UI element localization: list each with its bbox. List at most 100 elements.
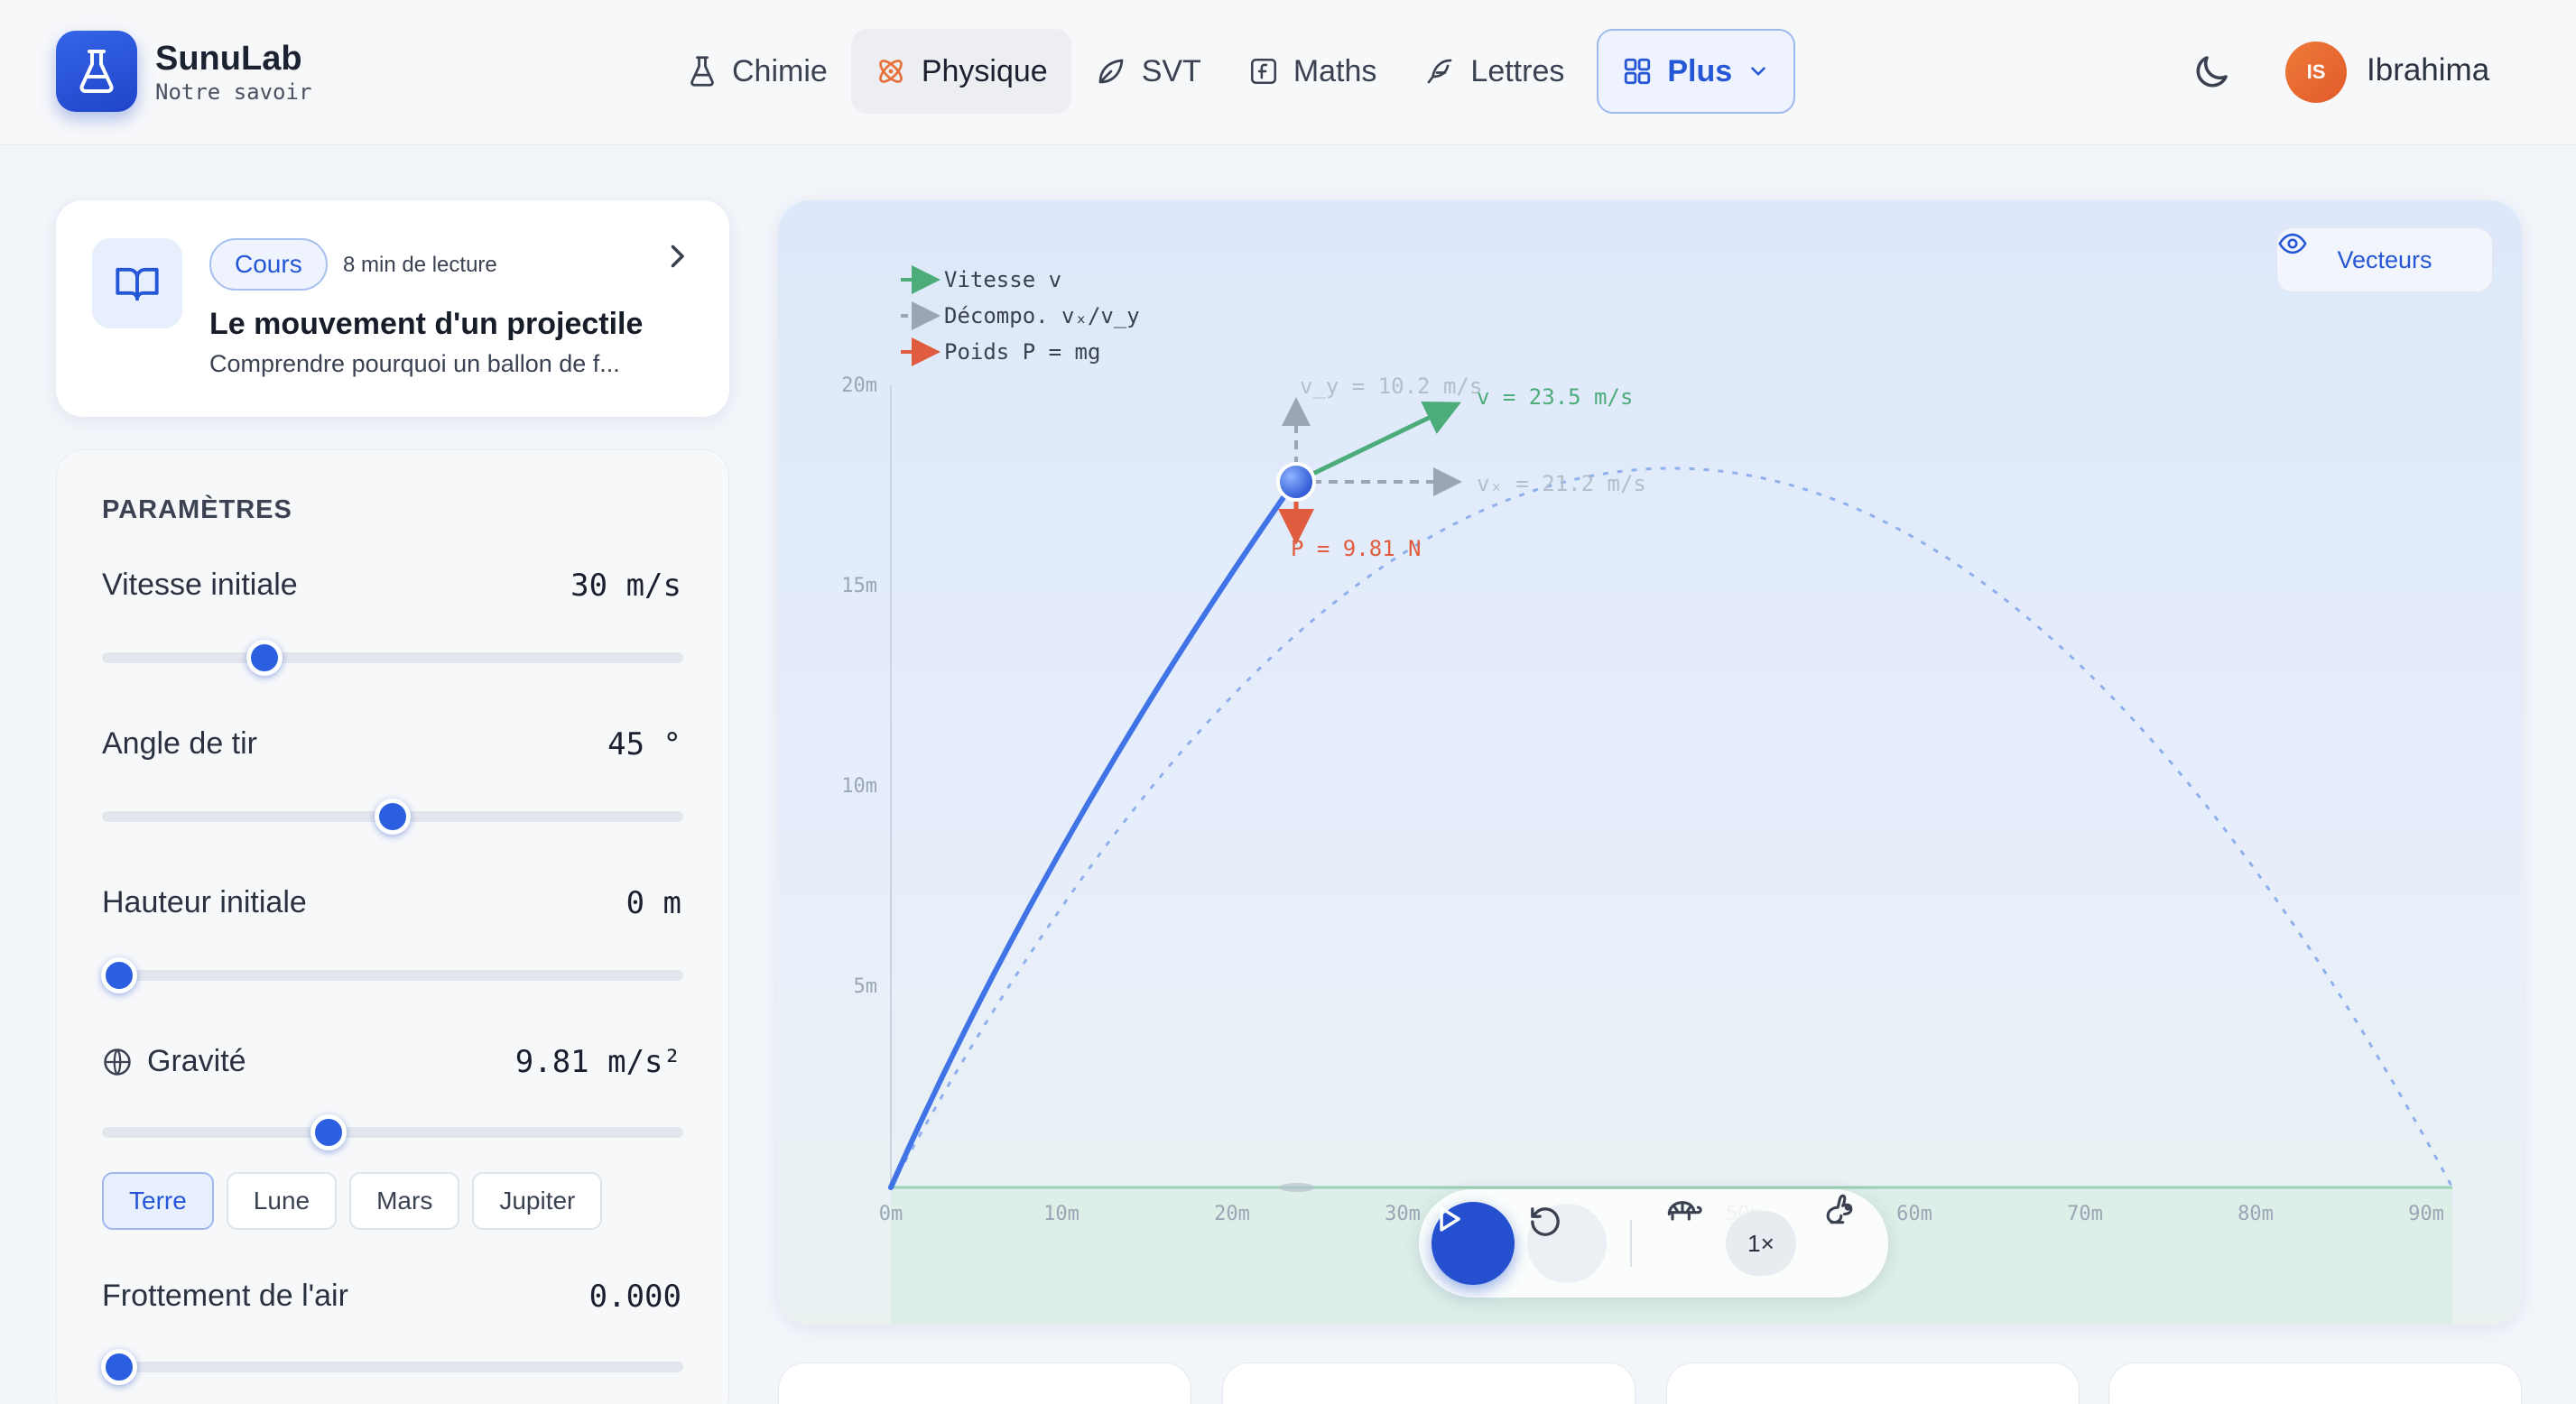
legend-decomp: Décompo. vₓ/v_y — [944, 303, 1140, 328]
nav-label: Maths — [1293, 53, 1377, 88]
turtle-slow-icon[interactable] — [1663, 1189, 1702, 1229]
planet-presets: Terre Lune Mars Jupiter — [102, 1172, 603, 1230]
nav-label: Lettres — [1470, 53, 1565, 88]
velocity-vector — [1294, 402, 1462, 485]
nav-label: Plus — [1667, 53, 1733, 88]
stat-card — [2108, 1362, 2522, 1404]
simulation-svg: 20m 15m 10m 5m 0m 10m 20m 30m 40m 50m 60… — [841, 265, 2454, 1325]
x-tick-label: 30m — [1385, 1203, 1421, 1225]
rabbit-fast-icon[interactable] — [1820, 1189, 1859, 1229]
height-value: 0 m — [625, 885, 681, 921]
nav-maths[interactable]: Maths — [1225, 29, 1401, 114]
legend-velocity: Vitesse v — [944, 267, 1061, 292]
y-tick-label: 10m — [841, 775, 877, 798]
book-open-icon — [116, 267, 159, 301]
friction-slider-thumb[interactable] — [101, 1349, 138, 1385]
leaf-icon — [1098, 59, 1124, 84]
nav-lettres[interactable]: Lettres — [1400, 29, 1588, 114]
flask-icon — [690, 56, 714, 87]
gravity-label-row: Gravité — [102, 1044, 246, 1079]
stat-card — [1666, 1362, 2080, 1404]
y-tick-label: 15m — [841, 575, 877, 597]
play-button[interactable] — [1432, 1202, 1515, 1285]
angle-value: 45 ° — [607, 726, 681, 762]
x-tick-label: 80m — [2238, 1203, 2274, 1225]
brand-tagline: Notre savoir — [155, 79, 312, 105]
speed-button[interactable]: 1× — [1726, 1211, 1796, 1276]
eye-icon — [2278, 233, 2307, 254]
feather-icon — [1428, 59, 1452, 84]
angle-slider[interactable] — [102, 799, 683, 835]
vectors-toggle-button[interactable]: Vecteurs — [2276, 227, 2493, 292]
vector-legend: Vitesse v Décompo. vₓ/v_y Poids P = mg — [901, 265, 1140, 366]
y-tick-label: 5m — [854, 975, 878, 998]
gravity-value: 9.81 m/s² — [514, 1044, 681, 1080]
x-tick-label: 10m — [1043, 1203, 1080, 1225]
height-slider[interactable] — [101, 957, 683, 993]
legend-weight: Poids P = mg — [944, 339, 1100, 365]
traveled-trajectory — [888, 479, 1297, 1190]
stat-card — [778, 1362, 1191, 1404]
lesson-description: Comprendre pourquoi un ballon de f... — [209, 350, 620, 377]
velocity-slider-thumb[interactable] — [246, 640, 283, 676]
planet-lune-button[interactable]: Lune — [226, 1172, 338, 1230]
function-icon — [1250, 58, 1276, 85]
velocity-label: Vitesse initiale — [102, 568, 298, 602]
velocity-value: 30 m/s — [570, 568, 681, 604]
vectors-button-label: Vecteurs — [2337, 245, 2432, 273]
angle-slider-thumb[interactable] — [375, 799, 411, 835]
nav-label: Chimie — [732, 53, 828, 88]
x-tick-label: 90m — [2408, 1203, 2444, 1225]
x-tick-label: 20m — [1214, 1203, 1250, 1225]
friction-value: 0.000 — [588, 1279, 681, 1315]
planet-jupiter-button[interactable]: Jupiter — [472, 1172, 603, 1230]
gravity-slider-thumb[interactable] — [310, 1114, 347, 1150]
read-time: 8 min de lecture — [343, 253, 497, 277]
globe-icon — [104, 1048, 131, 1076]
friction-slider[interactable] — [101, 1349, 683, 1385]
velocity-label: v = 23.5 m/s — [1477, 384, 1633, 410]
height-label: Hauteur initiale — [102, 885, 307, 919]
nav-svt[interactable]: SVT — [1071, 29, 1225, 114]
chevron-down-icon — [1751, 67, 1765, 76]
logo[interactable] — [56, 31, 137, 112]
lesson-card[interactable]: Cours 8 min de lecture Le mouvement d'un… — [56, 200, 729, 417]
gravity-slider[interactable] — [102, 1114, 683, 1150]
user-name[interactable]: Ibrahima — [2367, 52, 2489, 88]
projectile-ball[interactable] — [1276, 462, 1316, 502]
simulation-canvas[interactable]: 20m 15m 10m 5m 0m 10m 20m 30m 40m 50m 60… — [778, 200, 2522, 1325]
lesson-badge: Cours — [209, 238, 328, 291]
velocity-slider[interactable] — [102, 640, 683, 676]
vy-label: v_y = 10.2 m/s — [1300, 374, 1482, 399]
planet-terre-button[interactable]: Terre — [102, 1172, 214, 1230]
chevron-right-icon[interactable] — [661, 240, 693, 272]
lesson-title: Le mouvement d'un projectile — [209, 307, 644, 341]
nav-label: Physique — [921, 53, 1048, 88]
brand-name: SunuLab — [155, 40, 302, 78]
params-title: PARAMÈTRES — [102, 495, 292, 524]
playback-controls: 1× — [1419, 1189, 1888, 1298]
landing-shadow — [1279, 1183, 1315, 1192]
rotate-ccw-icon — [1531, 1207, 1560, 1236]
weight-label: P = 9.81 N — [1291, 536, 1422, 561]
x-tick-label: 0m — [879, 1203, 903, 1225]
angle-label: Angle de tir — [102, 726, 257, 761]
height-slider-thumb[interactable] — [101, 957, 138, 993]
predicted-trajectory — [889, 466, 2454, 1188]
planet-mars-button[interactable]: Mars — [349, 1172, 460, 1230]
lesson-icon-box — [92, 238, 182, 328]
x-tick-label: 70m — [2067, 1203, 2103, 1225]
main-nav: Chimie Physique SVT Maths Lettres Plus — [663, 29, 1796, 114]
parameters-panel: PARAMÈTRES Vitesse initiale 30 m/s Angle… — [56, 449, 729, 1404]
controls-divider — [1630, 1220, 1632, 1267]
nav-chimie[interactable]: Chimie — [663, 29, 851, 114]
moon-icon[interactable] — [2190, 51, 2233, 94]
nav-physique[interactable]: Physique — [850, 29, 1071, 114]
vx-label: vₓ = 21.2 m/s — [1477, 471, 1646, 496]
top-header: SunuLab Notre savoir Chimie Physique SVT… — [0, 0, 2576, 145]
nav-plus-dropdown[interactable]: Plus — [1597, 29, 1796, 114]
reset-button[interactable] — [1527, 1204, 1607, 1283]
friction-label: Frottement de l'air — [102, 1279, 348, 1313]
play-icon — [1440, 1206, 1460, 1232]
avatar[interactable]: IS — [2285, 42, 2347, 103]
